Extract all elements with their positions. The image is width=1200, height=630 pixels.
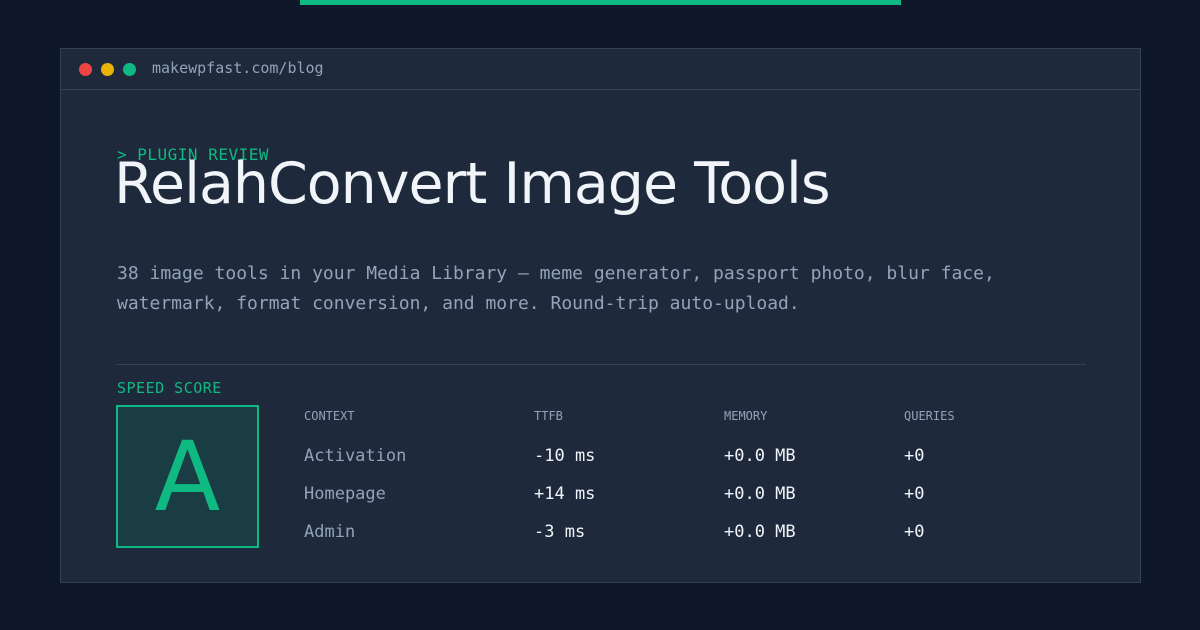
red-dot-icon <box>79 63 92 76</box>
top-accent-bar <box>300 0 901 5</box>
ttfb-cell: -3 ms <box>534 522 586 542</box>
column-header-memory: MEMORY <box>724 409 768 423</box>
context-cell: Homepage <box>304 484 386 504</box>
browser-window: makewpfast.com/blog > PLUGIN REVIEW Rela… <box>60 48 1141 583</box>
grade-badge: A <box>116 405 259 548</box>
queries-cell: +0 <box>904 522 925 542</box>
metrics-table: CONTEXT TTFB MEMORY QUERIES Activation -… <box>304 409 1084 549</box>
section-divider <box>117 364 1086 365</box>
url-text: makewpfast.com/blog <box>152 59 324 77</box>
table-row: Activation -10 ms +0.0 MB +0 <box>304 443 1084 469</box>
queries-cell: +0 <box>904 484 925 504</box>
memory-cell: +0.0 MB <box>724 446 796 466</box>
context-cell: Admin <box>304 522 356 542</box>
yellow-dot-icon <box>101 63 114 76</box>
grade-letter: A <box>154 420 221 533</box>
memory-cell: +0.0 MB <box>724 484 796 504</box>
page-title: RelahConvert Image Tools <box>114 151 831 217</box>
context-cell: Activation <box>304 446 407 466</box>
column-header-ttfb: TTFB <box>534 409 563 423</box>
green-dot-icon <box>123 63 136 76</box>
window-titlebar: makewpfast.com/blog <box>61 49 1140 90</box>
speed-score-label: SPEED SCORE <box>117 379 222 397</box>
column-header-context: CONTEXT <box>304 409 355 423</box>
ttfb-cell: -10 ms <box>534 446 596 466</box>
queries-cell: +0 <box>904 446 925 466</box>
description-text: 38 image tools in your Media Library — m… <box>117 263 995 314</box>
table-row: Homepage +14 ms +0.0 MB +0 <box>304 481 1084 507</box>
memory-cell: +0.0 MB <box>724 522 796 542</box>
ttfb-cell: +14 ms <box>534 484 596 504</box>
column-header-queries: QUERIES <box>904 409 955 423</box>
table-row: Admin -3 ms +0.0 MB +0 <box>304 519 1084 545</box>
